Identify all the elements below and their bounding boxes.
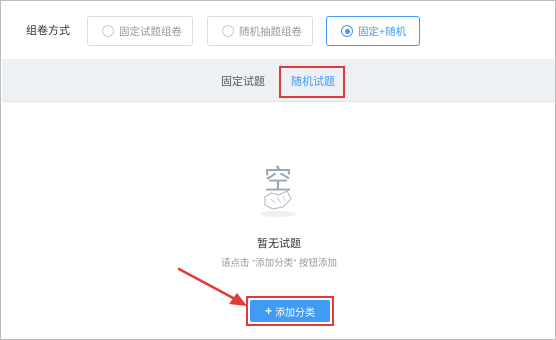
radio-icon [102,25,114,37]
page-frame: 组卷方式 固定试题组卷 随机抽题组卷 固定+随机 固定试题 随机试题 空 暂无试… [0,0,556,340]
red-arrow-icon [177,267,247,306]
empty-hint: 请点击 “添加分类” 按钮添加 [220,258,338,269]
button-highlight-box [246,296,334,326]
tab-highlight-box [279,66,345,98]
empty-icon-glyph: 空 [264,163,292,196]
option-fixed-plus-random[interactable]: 固定+随机 [326,16,420,46]
option-label: 固定试题组卷 [119,25,182,38]
option-label: 随机抽题组卷 [239,25,302,38]
tab-fixed-questions[interactable]: 固定试题 [221,73,265,89]
radio-selected-icon [341,25,353,37]
radio-icon [222,25,234,37]
compose-mode-label: 组卷方式 [26,25,70,37]
compose-mode-row: 组卷方式 固定试题组卷 随机抽题组卷 固定+随机 [2,2,555,59]
empty-title: 暂无试题 [257,238,301,250]
empty-box-icon: 空 [260,163,296,217]
option-label: 固定+随机 [358,25,407,38]
option-random-questions[interactable]: 随机抽题组卷 [207,16,313,46]
option-fixed-questions[interactable]: 固定试题组卷 [87,16,193,46]
